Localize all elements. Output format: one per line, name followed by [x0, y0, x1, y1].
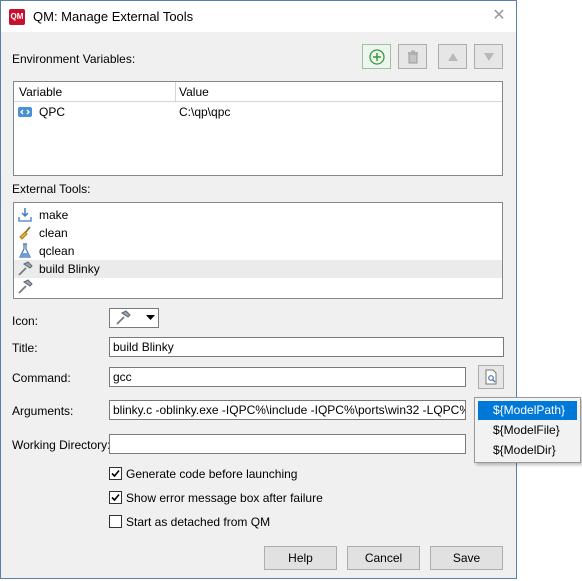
qm-app-icon: QM	[9, 9, 25, 25]
list-item[interactable]: build Blinky	[14, 260, 502, 278]
broom-icon	[19, 226, 31, 240]
start-detached-label[interactable]: Start as detached from QM	[126, 515, 270, 529]
start-detached-checkbox[interactable]	[109, 515, 122, 528]
arrow-up-icon	[448, 53, 458, 61]
tool-label: qclean	[39, 244, 75, 258]
save-button[interactable]: Save	[430, 546, 503, 570]
list-item[interactable]	[14, 278, 502, 296]
generate-code-label[interactable]: Generate code before launching	[126, 467, 297, 481]
flask-icon	[19, 243, 31, 258]
show-error-label[interactable]: Show error message box after failure	[126, 491, 323, 505]
tool-label: build Blinky	[39, 262, 100, 276]
list-item[interactable]: qclean	[14, 242, 502, 260]
arrow-down-icon	[484, 53, 494, 61]
column-header-value[interactable]: Value	[179, 85, 209, 99]
title-label: Title:	[12, 341, 38, 355]
table-row[interactable]: QPC C:\qp\qpc	[14, 103, 502, 121]
browse-file-icon	[485, 369, 497, 385]
env-var-name: QPC	[39, 105, 66, 119]
tool-label: clean	[39, 226, 68, 240]
macro-popup-menu: ${ModelPath} ${ModelFile} ${ModelDir}	[474, 397, 581, 463]
menu-item-model-dir[interactable]: ${ModelDir}	[478, 441, 577, 460]
icon-select[interactable]	[109, 308, 159, 328]
trash-icon	[408, 50, 418, 64]
column-header-variable[interactable]: Variable	[19, 85, 62, 99]
working-directory-label: Working Directory:	[12, 438, 111, 452]
checkmark-icon	[111, 493, 120, 502]
checkmark-icon	[111, 469, 120, 478]
env-table-header: Variable Value	[14, 82, 502, 102]
browse-command-button[interactable]	[478, 365, 504, 389]
download-make-icon	[18, 208, 32, 222]
variable-icon	[18, 107, 32, 117]
arguments-field[interactable]: blinky.c -oblinky.exe -IQPC%\include -IQ…	[109, 400, 466, 420]
env-var-value: C:\qp\qpc	[179, 105, 231, 119]
delete-env-var-button[interactable]	[398, 44, 427, 69]
manage-external-tools-dialog: QM QM: Manage External Tools ✕ Environme…	[0, 0, 517, 579]
move-up-button[interactable]	[438, 44, 467, 69]
title-bar: QM QM: Manage External Tools ✕	[1, 1, 516, 32]
title-field[interactable]: build Blinky	[109, 337, 504, 357]
arguments-label: Arguments:	[12, 404, 74, 418]
menu-item-model-file[interactable]: ${ModelFile}	[478, 421, 577, 440]
chevron-down-icon	[146, 315, 155, 320]
list-item[interactable]: clean	[14, 224, 502, 242]
add-env-var-button[interactable]	[362, 44, 391, 69]
column-divider[interactable]	[175, 82, 176, 101]
command-label: Command:	[12, 371, 71, 385]
add-icon	[369, 49, 385, 65]
hammer-icon	[18, 279, 33, 294]
move-down-button[interactable]	[474, 44, 503, 69]
close-icon[interactable]: ✕	[488, 5, 510, 27]
help-button[interactable]: Help	[264, 546, 337, 570]
command-field[interactable]: gcc	[109, 367, 466, 387]
hammer-icon	[116, 310, 131, 325]
env-vars-table[interactable]: Variable Value QPC C:\qp\qpc	[13, 81, 503, 176]
cancel-button[interactable]: Cancel	[347, 546, 420, 570]
list-item[interactable]: make	[14, 206, 502, 224]
tool-label: make	[39, 208, 69, 222]
show-error-checkbox[interactable]	[109, 491, 122, 504]
external-tools-label: External Tools:	[12, 182, 91, 196]
icon-label: Icon:	[12, 314, 39, 328]
env-vars-label: Environment Variables:	[12, 52, 136, 66]
working-directory-field[interactable]	[109, 434, 466, 454]
window-title: QM: Manage External Tools	[33, 9, 194, 24]
generate-code-checkbox[interactable]	[109, 467, 122, 480]
menu-item-model-path[interactable]: ${ModelPath}	[478, 401, 577, 420]
hammer-icon	[18, 261, 33, 276]
external-tools-list[interactable]: make clean qclean build Blinky	[13, 202, 503, 299]
